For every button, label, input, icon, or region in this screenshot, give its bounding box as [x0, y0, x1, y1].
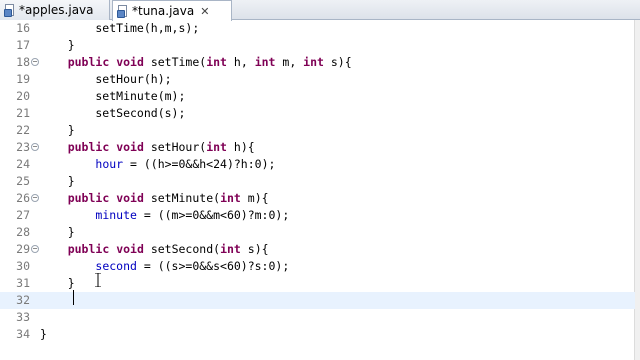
- code-text: }: [40, 327, 47, 341]
- code-text: public void setSecond(int s){: [67, 242, 269, 256]
- line-number: 24: [16, 157, 30, 171]
- java-file-icon: [4, 3, 16, 17]
- code-text: second = ((s>=0&&s<60)?s:0);: [95, 259, 290, 273]
- fold-toggle-icon[interactable]: −: [31, 58, 39, 66]
- line-number: 33: [16, 310, 30, 324]
- code-line[interactable]: 29− public void setSecond(int s){: [0, 241, 635, 258]
- code-line[interactable]: 32: [0, 292, 635, 309]
- line-number: 16: [16, 21, 30, 35]
- line-number: 34: [16, 327, 30, 341]
- tab-label: *apples.java: [19, 3, 94, 17]
- tab-label: *tuna.java: [132, 4, 195, 18]
- code-line[interactable]: 18− public void setTime(int h, int m, in…: [0, 54, 635, 71]
- code-text: }: [40, 225, 75, 239]
- code-text: setSecond(s);: [40, 106, 186, 120]
- code-text: }: [40, 38, 75, 52]
- line-number: 19: [16, 72, 30, 86]
- line-number: 28: [16, 225, 30, 239]
- code-line[interactable]: 26− public void setMinute(int m){: [0, 190, 635, 207]
- code-text: hour = ((h>=0&&h<24)?h:0);: [95, 157, 276, 171]
- code-line[interactable]: 25 }: [0, 173, 635, 190]
- line-number: 18: [16, 55, 30, 69]
- code-line[interactable]: 20 setMinute(m);: [0, 88, 635, 105]
- line-number: 30: [16, 259, 30, 273]
- fold-toggle-icon[interactable]: −: [31, 245, 39, 253]
- line-number: 23: [16, 140, 30, 154]
- line-number: 20: [16, 89, 30, 103]
- line-number: 29: [16, 242, 30, 256]
- tab-apples-java[interactable]: *apples.java: [0, 0, 110, 20]
- code-text: }: [40, 123, 75, 137]
- close-icon[interactable]: ✕: [200, 5, 209, 18]
- code-line[interactable]: 19 setHour(h);: [0, 71, 635, 88]
- code-line[interactable]: 33: [0, 309, 635, 326]
- java-file-icon: [117, 4, 129, 18]
- line-number: 25: [16, 174, 30, 188]
- line-number: 31: [16, 276, 30, 290]
- code-text: public void setMinute(int m){: [67, 191, 269, 205]
- line-number: 26: [16, 191, 30, 205]
- tab-tuna-java[interactable]: *tuna.java ✕: [112, 0, 232, 21]
- code-line[interactable]: 21 setSecond(s);: [0, 105, 635, 122]
- line-number: 32: [16, 293, 30, 307]
- code-text: setMinute(m);: [40, 89, 186, 103]
- line-number: 27: [16, 208, 30, 222]
- code-text: public void setHour(int h){: [67, 140, 255, 154]
- code-line[interactable]: 22 }: [0, 122, 635, 139]
- code-text: setHour(h);: [40, 72, 172, 86]
- line-number: 21: [16, 106, 30, 120]
- code-text: }: [40, 276, 75, 290]
- code-editor[interactable]: 16 setTime(h,m,s); 17 } 18− public void se…: [0, 20, 635, 360]
- fold-toggle-icon[interactable]: −: [31, 143, 39, 151]
- code-line[interactable]: 24 hour = ((h>=0&&h<24)?h:0);: [0, 156, 635, 173]
- text-cursor-icon: [95, 273, 101, 287]
- code-line[interactable]: 34}: [0, 326, 635, 343]
- code-text: setTime(h,m,s);: [40, 21, 200, 35]
- code-text: }: [40, 174, 75, 188]
- fold-toggle-icon[interactable]: −: [31, 194, 39, 202]
- code-line[interactable]: 28 }: [0, 224, 635, 241]
- code-text: minute = ((m>=0&&m<60)?m:0);: [95, 208, 290, 222]
- code-line[interactable]: 16 setTime(h,m,s);: [0, 20, 635, 37]
- line-number: 22: [16, 123, 30, 137]
- code-line[interactable]: 23− public void setHour(int h){: [0, 139, 635, 156]
- code-text: public void setTime(int h, int m, int s)…: [67, 55, 352, 69]
- editor-tab-bar: *apples.java *tuna.java ✕: [0, 0, 640, 21]
- text-caret: [73, 290, 74, 305]
- code-line[interactable]: 17 }: [0, 37, 635, 54]
- code-line[interactable]: 27 minute = ((m>=0&&m<60)?m:0);: [0, 207, 635, 224]
- line-number: 17: [16, 38, 30, 52]
